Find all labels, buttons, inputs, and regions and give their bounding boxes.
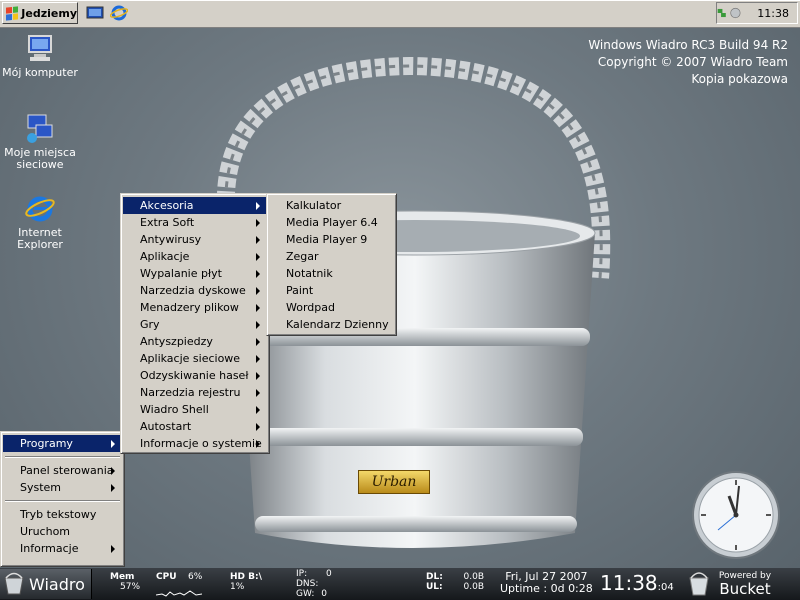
desktop-icon-label: Internet Explorer — [17, 226, 63, 251]
chevron-right-icon — [256, 321, 260, 329]
chevron-right-icon — [111, 484, 115, 492]
menu-item-system[interactable]: System — [3, 479, 122, 496]
menu-item-wiadro-shell[interactable]: Wiadro Shell — [123, 401, 267, 418]
chevron-right-icon — [256, 287, 260, 295]
chevron-right-icon — [256, 355, 260, 363]
internet-explorer-icon — [25, 196, 55, 222]
date-uptime: Fri, Jul 27 2007 Uptime : 0d 0:28 — [500, 570, 593, 595]
chevron-right-icon — [256, 202, 260, 210]
network-icon[interactable] — [717, 6, 726, 20]
chevron-right-icon — [256, 304, 260, 312]
chevron-right-icon — [256, 440, 260, 448]
desktop-icon-my-computer[interactable]: Mój komputer — [0, 32, 80, 79]
menu-item-antywirusy[interactable]: Antywirusy — [123, 231, 267, 248]
bucket-icon — [4, 572, 24, 595]
start-button-label: Jedziemy — [21, 6, 77, 20]
volume-icon[interactable] — [730, 5, 741, 21]
menu-item-gry[interactable]: Gry — [123, 316, 267, 333]
transfer-info: DL: 0.0B UL: 0.0B — [426, 572, 484, 592]
cpu-graph — [156, 590, 202, 597]
cpu-meter: CPU 6% — [156, 572, 216, 597]
bottom-status-bar: Wiadro Mem 57% CPU 6% HD B:\ 1% IP: 0 DN… — [0, 568, 800, 600]
menu-item-uruchom[interactable]: Uruchom — [3, 523, 122, 540]
windows-flag-icon — [6, 5, 19, 21]
menu-item-wordpad[interactable]: Wordpad — [269, 299, 394, 316]
big-clock: 11:38:04 — [600, 571, 674, 595]
menu-item-odzyskiwanie-hasel[interactable]: Odzyskiwanie haseł — [123, 367, 267, 384]
wallpaper-plate: Urban — [358, 470, 430, 494]
accessories-menu: Kalkulator Media Player 6.4 Media Player… — [266, 193, 397, 336]
menu-item-notatnik[interactable]: Notatnik — [269, 265, 394, 282]
menu-separator — [5, 456, 120, 458]
menu-item-tryb-tekstowy[interactable]: Tryb tekstowy — [3, 506, 122, 523]
menu-item-extra-soft[interactable]: Extra Soft — [123, 214, 267, 231]
menu-item-kalendarz-dzienny[interactable]: Kalendarz Dzienny — [269, 316, 394, 333]
menu-item-programy[interactable]: Programy — [3, 435, 122, 452]
menu-item-aplikacje-sieciowe[interactable]: Aplikacje sieciowe — [123, 350, 267, 367]
menu-item-informacje-o-systemie[interactable]: Informacje o systemie — [123, 435, 267, 452]
show-desktop-icon[interactable] — [86, 5, 104, 21]
programs-menu: Akcesoria Extra Soft Antywirusy Aplikacj… — [120, 193, 270, 454]
menu-item-media-player-64[interactable]: Media Player 6.4 — [269, 214, 394, 231]
menu-item-autostart[interactable]: Autostart — [123, 418, 267, 435]
my-computer-icon — [28, 35, 52, 61]
menu-item-kalkulator[interactable]: Kalkulator — [269, 197, 394, 214]
chevron-right-icon — [256, 253, 260, 261]
menu-item-narzedzia-rejestru[interactable]: Narzedzia rejestru — [123, 384, 267, 401]
menu-item-aplikacje[interactable]: Aplikacje — [123, 248, 267, 265]
network-places-icon — [27, 114, 53, 143]
menu-item-menadzery-plikow[interactable]: Menadzery plikow — [123, 299, 267, 316]
start-menu: Programy Panel sterowania System Tryb te… — [0, 431, 125, 567]
menu-item-paint[interactable]: Paint — [269, 282, 394, 299]
menu-item-informacje[interactable]: Informacje — [3, 540, 122, 557]
system-tray: 11:38 — [716, 2, 798, 24]
build-watermark: Windows Wiadro RC3 Build 94 R2 Copyright… — [588, 38, 788, 86]
chevron-right-icon — [256, 236, 260, 244]
menu-item-narzedzia-dyskowe[interactable]: Narzedzia dyskowe — [123, 282, 267, 299]
menu-item-media-player-9[interactable]: Media Player 9 — [269, 231, 394, 248]
chevron-right-icon — [256, 338, 260, 346]
chevron-right-icon — [256, 423, 260, 431]
analog-clock-widget — [692, 471, 780, 559]
tray-clock[interactable]: 11:38 — [757, 7, 789, 20]
internet-explorer-icon[interactable] — [110, 5, 128, 21]
chevron-right-icon — [256, 219, 260, 227]
menu-item-zegar[interactable]: Zegar — [269, 248, 394, 265]
powered-by: Powered by Bucket — [718, 571, 772, 598]
hd-meter: HD B:\ 1% — [230, 572, 262, 592]
desktop-icon-label: Mój komputer — [2, 66, 78, 79]
chevron-right-icon — [111, 545, 115, 553]
desktop-icon-network-places[interactable]: Moje miejsca sieciowe — [0, 112, 80, 171]
chevron-right-icon — [256, 406, 260, 414]
chevron-right-icon — [256, 270, 260, 278]
bucket-logo-icon — [689, 572, 709, 596]
wiadro-button[interactable]: Wiadro — [0, 569, 92, 599]
menu-item-akcesoria[interactable]: Akcesoria — [123, 197, 267, 214]
chevron-right-icon — [256, 372, 260, 380]
start-button[interactable]: Jedziemy — [2, 2, 78, 24]
desktop-icon-label: Moje miejsca sieciowe — [4, 146, 76, 171]
menu-item-panel-sterowania[interactable]: Panel sterowania — [3, 462, 122, 479]
mem-meter: Mem 57% — [110, 572, 141, 592]
chevron-right-icon — [111, 440, 115, 448]
menu-item-antyszpiedzy[interactable]: Antyszpiedzy — [123, 333, 267, 350]
network-info: IP: 0 DNS: GW: 0 — [296, 569, 332, 599]
menu-separator — [5, 500, 120, 502]
top-taskbar: Jedziemy 11:38 — [0, 0, 800, 28]
menu-item-wypalanie-plyt[interactable]: Wypalanie płyt — [123, 265, 267, 282]
chevron-right-icon — [256, 389, 260, 397]
chevron-right-icon — [111, 467, 115, 475]
desktop-icon-internet-explorer[interactable]: Internet Explorer — [0, 192, 80, 251]
